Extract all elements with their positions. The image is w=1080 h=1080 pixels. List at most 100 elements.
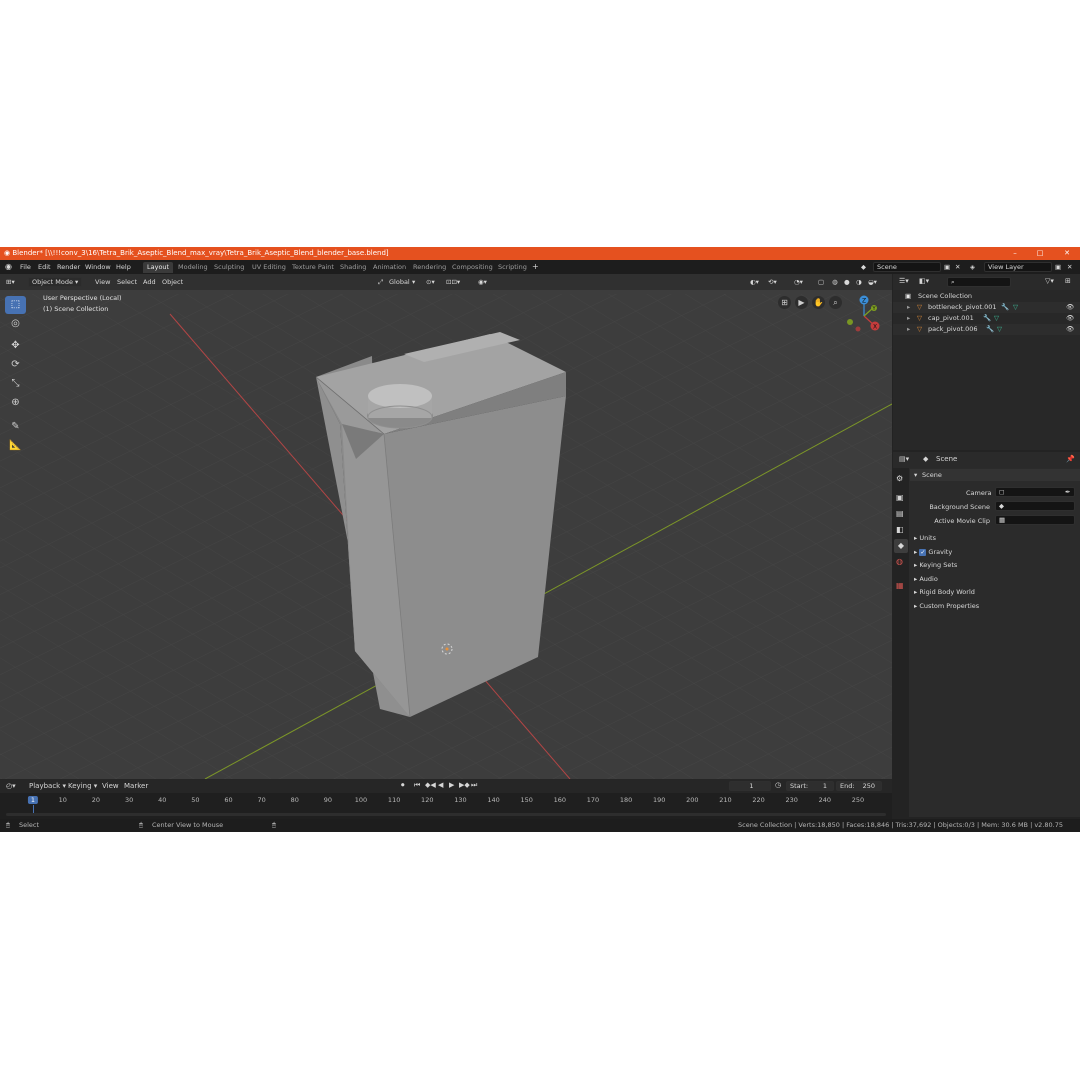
scale-tool[interactable]: ⤡ (5, 375, 26, 393)
tab-texture-paint[interactable]: Texture Paint (288, 262, 338, 273)
menu-help[interactable]: Help (116, 260, 131, 274)
texture-tab-icon[interactable]: ▦ (896, 581, 904, 590)
new-collection-icon[interactable]: ⊞ (1065, 277, 1071, 285)
close-button[interactable]: ✕ (1054, 247, 1080, 260)
expand-arrow-icon[interactable]: ▸ (907, 313, 910, 324)
properties-editor-icon[interactable]: ▤▾ (899, 455, 909, 463)
pin-icon[interactable]: 📌 (1066, 455, 1075, 463)
playhead-line[interactable] (32, 805, 34, 813)
menu-view[interactable]: View (95, 278, 110, 286)
menu-marker[interactable]: Marker (124, 782, 148, 790)
scene-selector[interactable]: Scene (873, 262, 941, 272)
menu-render[interactable]: Render (57, 260, 80, 274)
visibility-icon[interactable]: ◐▾ (750, 278, 759, 286)
next-keyframe-icon[interactable]: ▶◆ (459, 781, 470, 789)
outliner-editor-icon[interactable]: ☰▾ (899, 277, 909, 285)
eye-icon[interactable]: 👁 (1066, 302, 1074, 313)
new-view-layer-icon[interactable]: ▣ (1055, 260, 1061, 274)
world-tab-icon[interactable]: ◍ (896, 557, 903, 566)
units-subpanel[interactable]: ▸ Units (914, 534, 936, 542)
navigation-gizmo[interactable]: Z X Y (840, 292, 888, 340)
new-scene-icon[interactable]: ▣ (944, 260, 950, 274)
overlay-toggle-icon[interactable]: ◔▾ (794, 278, 803, 286)
play-icon[interactable]: ▶ (449, 781, 454, 789)
timeline-editor-icon[interactable]: ◴▾ (6, 782, 16, 790)
tab-shading[interactable]: Shading (336, 262, 370, 273)
rotate-tool[interactable]: ⟳ (5, 356, 26, 374)
transform-orientation-dropdown[interactable]: Global (389, 278, 410, 286)
wireframe-shading-icon[interactable]: ◍ (832, 278, 838, 286)
tab-uv-editing[interactable]: UV Editing (248, 262, 290, 273)
gravity-checkbox[interactable]: ✓ (919, 549, 927, 556)
blender-menu-icon[interactable]: ◉ (5, 260, 12, 274)
camera-icon[interactable]: ▶ (795, 296, 808, 309)
proportional-edit-icon[interactable]: ◉▾ (478, 278, 487, 286)
render-tab-icon[interactable]: ▣ (896, 493, 904, 502)
outliner-search-input[interactable]: ⌕ (947, 277, 1011, 287)
object-mode-dropdown[interactable]: Object Mode ▾ (28, 277, 82, 287)
tool-tab-icon[interactable]: ⚙ (896, 474, 903, 483)
pivot-point-icon[interactable]: ⊙▾ (426, 278, 435, 286)
eye-icon[interactable]: 👁 (1066, 313, 1074, 324)
cursor-tool[interactable]: ◎ (5, 315, 26, 333)
tab-sculpting[interactable]: Sculpting (210, 262, 248, 273)
tab-modeling[interactable]: Modeling (174, 262, 212, 273)
delete-view-layer-icon[interactable]: ✕ (1067, 260, 1072, 274)
expand-arrow-icon[interactable]: ▸ (907, 302, 910, 313)
tab-compositing[interactable]: Compositing (448, 262, 497, 273)
xray-icon[interactable]: ▢ (818, 278, 824, 286)
material-shading-icon[interactable]: ◑ (856, 278, 862, 286)
timeline-ruler[interactable]: 1 10 20 30 40 50 60 70 80 90 100 110 120 130 140 150 160… (0, 793, 892, 813)
snap-icon[interactable]: ⊡⊡▾ (446, 278, 460, 286)
eyedropper-icon[interactable]: ✒ (1065, 488, 1070, 496)
menu-window[interactable]: Window (85, 260, 111, 274)
outliner-row-item[interactable]: ▸ ▽ bottleneck_pivot.001 🔧 ▽ 👁 (893, 302, 1080, 313)
tab-layout[interactable]: Layout (143, 262, 174, 273)
view-layer-selector[interactable]: View Layer (984, 262, 1052, 272)
menu-keying[interactable]: Keying ▾ (68, 782, 97, 790)
menu-select[interactable]: Select (117, 278, 137, 286)
menu-object[interactable]: Object (162, 278, 183, 286)
tab-rendering[interactable]: Rendering (409, 262, 450, 273)
jump-end-icon[interactable]: ⏭ (471, 781, 477, 790)
scene-panel-header[interactable]: ▾ Scene (910, 469, 1080, 481)
prev-keyframe-icon[interactable]: ◆◀ (425, 781, 436, 789)
view-layer-tab-icon[interactable]: ◧ (896, 525, 904, 534)
tab-animation[interactable]: Animation (369, 262, 410, 273)
background-scene-field[interactable]: ◆ (995, 501, 1075, 511)
gizmo-toggle-icon[interactable]: ⟲▾ (768, 278, 777, 286)
transform-tool[interactable]: ⊕ (5, 394, 26, 412)
menu-add[interactable]: Add (143, 278, 156, 286)
add-workspace-button[interactable]: + (532, 260, 539, 274)
jump-start-icon[interactable]: ⏮ (414, 781, 420, 790)
camera-field[interactable]: ◻ (995, 487, 1075, 497)
solid-shading-icon[interactable]: ● (844, 278, 850, 286)
start-frame-field[interactable]: Start: 1 (786, 781, 834, 791)
outliner-row-item[interactable]: ▸ ▽ pack_pivot.006 🔧 ▽ 👁 (893, 324, 1080, 335)
rigid-body-world-subpanel[interactable]: ▸ Rigid Body World (914, 588, 975, 596)
display-mode-icon[interactable]: ◧▾ (919, 277, 929, 285)
select-box-tool[interactable]: ⬚ (5, 296, 26, 314)
outliner-row-root[interactable]: ▣ Scene Collection (893, 291, 1080, 302)
maximize-button[interactable]: □ (1027, 247, 1053, 260)
minimize-button[interactable]: – (1002, 247, 1028, 260)
record-icon[interactable]: ⏺ (401, 781, 405, 790)
current-frame-field[interactable]: 1 (729, 781, 771, 791)
timeline-scrollbar[interactable] (6, 813, 886, 816)
3d-viewport[interactable]: ⊞▾ Object Mode ▾ View Select Add Object … (0, 274, 892, 779)
menu-file[interactable]: File (20, 260, 31, 274)
active-movie-clip-field[interactable]: ▦ (995, 515, 1075, 525)
annotate-tool[interactable]: ✎ (5, 418, 26, 436)
filter-icon[interactable]: ▽▾ (1045, 277, 1054, 285)
delete-scene-icon[interactable]: ✕ (955, 260, 960, 274)
menu-timeline-view[interactable]: View (102, 782, 119, 790)
outliner-row-item[interactable]: ▸ ▽ cap_pivot.001 🔧 ▽ 👁 (893, 313, 1080, 324)
expand-arrow-icon[interactable]: ▸ (907, 324, 910, 335)
eye-icon[interactable]: 👁 (1066, 324, 1074, 335)
menu-playback[interactable]: Playback ▾ (29, 782, 66, 790)
play-reverse-icon[interactable]: ◀ (438, 781, 443, 789)
pan-hand-icon[interactable]: ✋ (812, 296, 825, 309)
gravity-subpanel[interactable]: ▸ ✓ Gravity (914, 548, 952, 556)
end-frame-field[interactable]: End: 250 (836, 781, 882, 791)
camera-view-icon[interactable]: ⊞ (778, 296, 791, 309)
